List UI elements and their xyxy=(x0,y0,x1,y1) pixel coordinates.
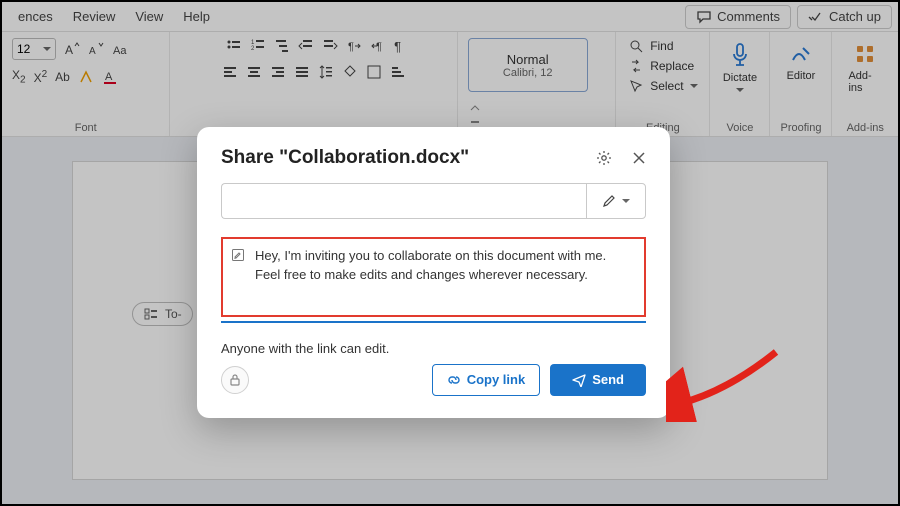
close-icon[interactable] xyxy=(632,151,646,165)
compose-icon xyxy=(231,248,245,262)
send-icon xyxy=(572,373,586,387)
link-description: Anyone with the link can edit. xyxy=(221,341,646,356)
chevron-down-icon xyxy=(622,199,630,203)
send-button[interactable]: Send xyxy=(550,364,646,396)
recipient-input[interactable] xyxy=(221,183,586,219)
message-underline xyxy=(221,321,646,323)
message-text: Hey, I'm inviting you to collaborate on … xyxy=(255,247,634,285)
permission-dropdown[interactable] xyxy=(586,183,646,219)
message-box[interactable]: Hey, I'm inviting you to collaborate on … xyxy=(221,237,646,317)
copy-link-button[interactable]: Copy link xyxy=(432,364,541,396)
lock-icon xyxy=(228,373,242,387)
pencil-icon xyxy=(602,194,616,208)
link-settings-button[interactable] xyxy=(221,366,249,394)
copy-link-label: Copy link xyxy=(467,372,526,387)
link-icon xyxy=(447,373,461,387)
gear-icon[interactable] xyxy=(596,150,612,166)
send-label: Send xyxy=(592,372,624,387)
share-title: Share "Collaboration.docx" xyxy=(221,147,586,169)
share-dialog: Share "Collaboration.docx" Hey, I'm invi… xyxy=(197,127,670,418)
